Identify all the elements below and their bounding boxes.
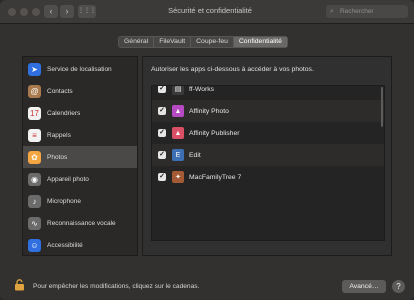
sidebar-item-microphone[interactable]: ♪ Microphone [23,190,137,212]
tab-firewall[interactable]: Coupe-feu [191,37,234,47]
app-name: Edit [189,151,201,159]
tab-privacy[interactable]: Confidentialité [233,37,287,47]
lock-icon[interactable] [14,279,25,291]
accessibility-icon: ☺ [28,238,41,252]
speech-recognition-icon: ∿ [28,216,41,230]
tab-filevault[interactable]: FileVault [154,37,192,47]
sidebar-item-contacts[interactable]: @ Contacts [23,80,137,102]
app-name: Affinity Photo [189,107,229,115]
advanced-button[interactable]: Avancé… [342,280,386,293]
app-name: MacFamilyTree 7 [189,173,242,181]
app-row: ✓ ▤ ff-Works [152,85,384,100]
sidebar-item-label: Calendriers [47,109,81,117]
affinity-publisher-icon: ▲ [172,127,184,139]
app-row: ✓ ▲ Affinity Publisher [152,122,384,144]
sidebar-item-label: Microphone [47,197,81,205]
app-row: ✓ ▲ Affinity Photo [152,100,384,122]
app-row: ✓ E Edit [152,144,384,166]
app-permission-checkbox[interactable]: ✓ [158,107,166,115]
sidebar-item-reminders[interactable]: ≡ Rappels [23,124,137,146]
sidebar-item-label: Service de localisation [47,65,112,73]
microphone-icon: ♪ [28,194,41,208]
forward-button[interactable]: › [60,5,74,18]
privacy-detail-pane: Autoriser les apps ci-dessous à accéder … [142,56,392,256]
app-permission-checkbox[interactable]: ✓ [158,129,166,137]
app-permission-list[interactable]: ✓ ✦ MacFamilyTree 7 ✓ E Edit ✓ ▲ Affinity Publis… [151,85,385,241]
sidebar-item-calendar[interactable]: 17 Calendriers [23,102,137,124]
sidebar-item-accessibility[interactable]: ☺ Accessibilité [23,234,137,256]
search-icon: ⌕ [330,8,334,15]
sidebar-item-label: Photos [47,153,68,161]
sidebar-item-camera[interactable]: ◉ Appareil photo [23,168,137,190]
tab-bar: Général FileVault Coupe-feu Confidential… [118,36,288,48]
back-button[interactable]: ‹ [44,5,58,18]
camera-icon: ◉ [28,172,41,186]
calendar-icon: 17 [28,106,41,120]
edit-icon: E [172,149,184,161]
permission-description: Autoriser les apps ci-dessous à accéder … [151,66,314,73]
tab-general[interactable]: Général [119,37,155,47]
reminders-icon: ≡ [28,128,41,142]
app-permission-checkbox[interactable]: ✓ [158,151,166,159]
sidebar-item-label: Reconnaissance vocale [47,219,116,227]
sidebar-item-label: Appareil photo [47,175,89,183]
security-preferences-window: ‹ › ⋮⋮⋮ Sécurité et confidentialité ⌕ Re… [0,0,414,300]
macfamilytree-icon: ✦ [172,171,184,183]
app-permission-checkbox[interactable]: ✓ [158,86,166,93]
help-button[interactable]: ? [392,280,405,293]
zoom-window-button[interactable] [32,8,40,16]
contacts-icon: @ [28,84,41,98]
close-window-button[interactable] [8,8,16,16]
list-scrollbar[interactable] [381,87,383,127]
app-name: Affinity Publisher [189,129,240,137]
show-all-grid-button[interactable]: ⋮⋮⋮ [78,5,96,18]
sidebar-item-speech-recognition[interactable]: ∿ Reconnaissance vocale [23,212,137,234]
app-name: ff-Works [189,85,215,93]
privacy-category-list: ➤ Service de localisation @ Contacts 17 Calen… [22,56,138,256]
photos-icon: ✿ [28,150,41,164]
sidebar-item-label: Contacts [47,87,73,95]
affinity-photo-icon: ▲ [172,105,184,117]
lock-hint-text: Pour empêcher les modifications, cliquez… [33,283,200,290]
sidebar-item-photos[interactable]: ✿ Photos [23,146,137,168]
sidebar-item-label: Accessibilité [47,241,83,249]
search-placeholder: Rechercher [340,8,374,15]
location-icon: ➤ [28,62,41,76]
app-permission-checkbox[interactable]: ✓ [158,173,166,181]
app-row: ✓ ✦ MacFamilyTree 7 [152,166,384,188]
window-title: Sécurité et confidentialité [168,6,252,15]
minimize-window-button[interactable] [20,8,28,16]
search-field[interactable]: ⌕ Rechercher [326,5,408,18]
sidebar-item-location[interactable]: ➤ Service de localisation [23,58,137,80]
titlebar: ‹ › ⋮⋮⋮ Sécurité et confidentialité ⌕ Re… [0,0,414,24]
ffworks-icon: ▤ [172,86,184,95]
sidebar-item-label: Rappels [47,131,71,139]
